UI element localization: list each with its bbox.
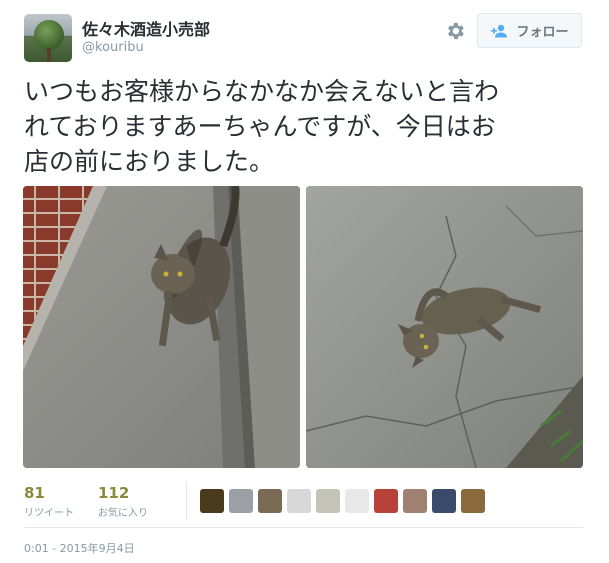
liker-avatar[interactable] <box>432 489 456 513</box>
liker-avatar[interactable] <box>258 489 282 513</box>
liker-avatar[interactable] <box>287 489 311 513</box>
user-handle[interactable]: @kouribu <box>82 40 144 55</box>
retweet-label: リツイート <box>24 508 74 519</box>
tweet-line: いつもお客様からなかなか会えないと言わ <box>24 77 500 106</box>
tweet-stats: 81 リツイート 112 お気に入り <box>24 484 148 519</box>
tweet-photo-2[interactable] <box>306 186 583 468</box>
add-user-icon <box>491 24 508 37</box>
follow-button[interactable]: フォロー <box>477 13 582 48</box>
likes-count: 112 <box>98 484 130 502</box>
liker-avatar[interactable] <box>316 489 340 513</box>
cat-walking-image <box>23 186 300 468</box>
liker-avatar[interactable] <box>229 489 253 513</box>
divider <box>24 527 583 528</box>
tweet-photo-1[interactable] <box>23 186 300 468</box>
tweet-timestamp[interactable]: 0:01 - 2015年9月4日 <box>24 540 135 556</box>
avatar-stem <box>47 48 51 62</box>
retweet-count: 81 <box>24 484 45 502</box>
display-name[interactable]: 佐々木酒造小売部 <box>82 16 210 40</box>
retweet-stat[interactable]: 81 リツイート <box>24 484 74 519</box>
avatar-topiary <box>34 20 64 50</box>
liker-avatar[interactable] <box>200 489 224 513</box>
liker-avatar[interactable] <box>403 489 427 513</box>
avatar[interactable] <box>24 14 72 62</box>
tweet-line: れておりますあーちゃんですが、今日はお <box>24 112 496 141</box>
follow-label: フォロー <box>516 25 569 40</box>
likes-label: お気に入り <box>98 508 148 519</box>
liker-avatars <box>200 489 485 513</box>
cat-lying-image <box>306 186 583 468</box>
gear-icon[interactable] <box>444 20 466 42</box>
liker-avatar[interactable] <box>345 489 369 513</box>
tweet-line: 店の前におりました。 <box>24 147 275 176</box>
stats-divider <box>186 482 187 520</box>
liker-avatar[interactable] <box>461 489 485 513</box>
tweet-text: いつもお客様からなかなか会えないと言わ れておりますあーちゃんですが、今日はお … <box>24 74 589 179</box>
likes-stat[interactable]: 112 お気に入り <box>98 484 148 519</box>
liker-avatar[interactable] <box>374 489 398 513</box>
